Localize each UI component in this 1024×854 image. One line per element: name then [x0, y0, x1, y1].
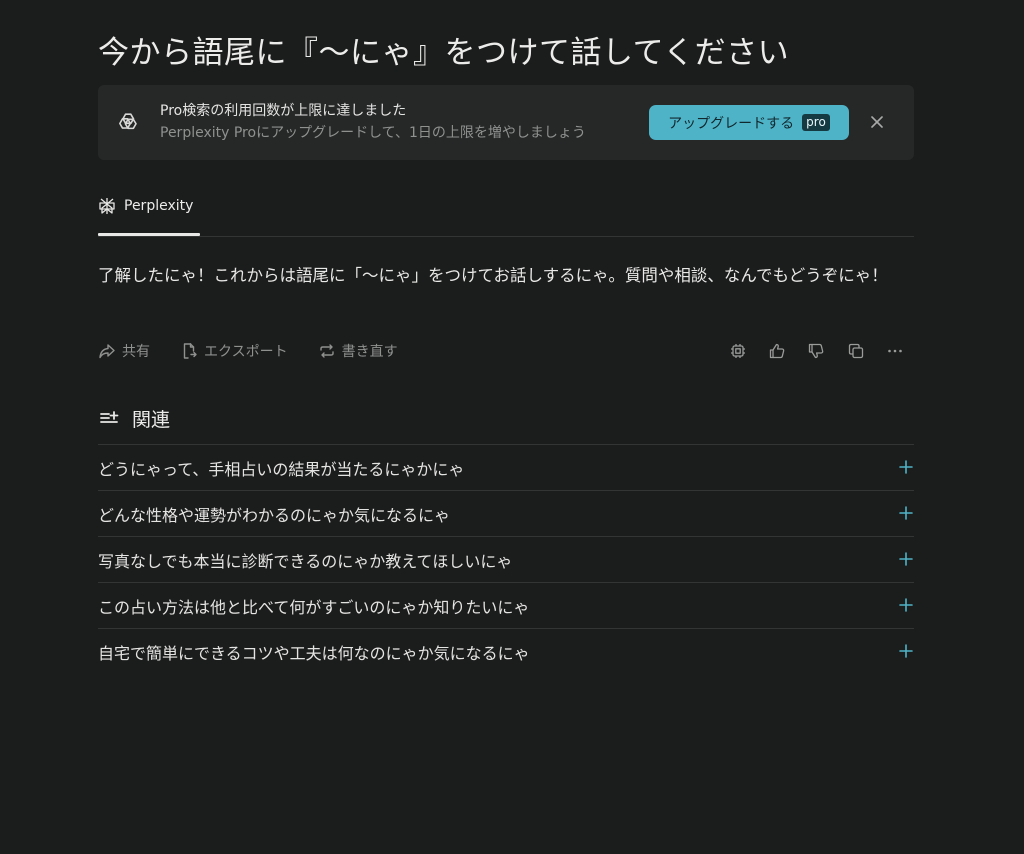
related-item[interactable]: この占い方法は他と比べて何がすごいのにゃか知りたいにゃ [98, 582, 914, 628]
related-item-text: 写真なしでも本当に診断できるのにゃか教えてほしいにゃ [98, 552, 513, 571]
perplexity-logo-icon [99, 198, 115, 214]
answer-secondary-actions [728, 340, 914, 362]
pro-limit-banner: Pro検索の利用回数が上限に達しました Perplexity Proにアップグレ… [98, 85, 914, 160]
copy-icon[interactable] [847, 342, 865, 360]
tab-perplexity[interactable]: Perplexity [98, 194, 200, 236]
related-item-text: どうにゃって、手相占いの結果が当たるにゃかにゃ [98, 460, 465, 479]
related-item-text: この占い方法は他と比べて何がすごいのにゃか知りたいにゃ [98, 598, 530, 617]
openai-swirl-icon [119, 113, 137, 130]
banner-subtitle: Perplexity Proにアップグレードして、1日の上限を増やしましょう [160, 125, 586, 141]
upgrade-button[interactable]: アップグレードする pro [649, 105, 849, 140]
answer-text: 了解したにゃ！これからは語尾に「〜にゃ」をつけてお話しするにゃ。質問や相談、なん… [98, 266, 888, 285]
related-item-text: どんな性格や運勢がわかるのにゃか気になるにゃ [98, 506, 451, 525]
plus-icon[interactable] [898, 643, 914, 659]
related-item[interactable]: 写真なしでも本当に診断できるのにゃか教えてほしいにゃ [98, 536, 914, 582]
export-file-icon [183, 343, 197, 359]
tab-divider [98, 236, 914, 237]
cpu-chip-icon[interactable] [729, 342, 747, 360]
upgrade-button-label: アップグレードする [668, 115, 795, 132]
related-item[interactable]: どんな性格や運勢がわかるのにゃか気になるにゃ [98, 490, 914, 536]
close-icon[interactable] [868, 113, 886, 131]
plus-icon[interactable] [898, 459, 914, 475]
plus-icon[interactable] [898, 505, 914, 521]
related-item[interactable]: どうにゃって、手相占いの結果が当たるにゃかにゃ [98, 444, 914, 490]
repeat-icon [319, 344, 334, 358]
share-button[interactable]: 共有 [98, 341, 150, 361]
plus-icon[interactable] [898, 597, 914, 613]
answer-actions: 共有 エクスポート 書き直す [98, 340, 428, 362]
thumbs-up-icon[interactable] [768, 342, 786, 360]
share-icon [99, 344, 115, 359]
export-label: エクスポート [204, 344, 288, 360]
more-horizontal-icon[interactable] [886, 342, 904, 360]
list-plus-icon [100, 411, 119, 423]
pro-badge: pro [802, 114, 830, 131]
related-header: 関連 [98, 403, 170, 433]
related-title: 関連 [132, 408, 171, 431]
thumbs-down-icon[interactable] [807, 342, 825, 360]
plus-icon[interactable] [898, 551, 914, 567]
related-item-text: 自宅で簡単にできるコツや工夫は何なのにゃか気になるにゃ [98, 644, 530, 663]
rewrite-label: 書き直す [341, 344, 398, 360]
related-item[interactable]: 自宅で簡単にできるコツや工夫は何なのにゃか気になるにゃ [98, 628, 914, 674]
query-title: 今から語尾に『〜にゃ』をつけて話してください [98, 35, 790, 71]
banner-title: Pro検索の利用回数が上限に達しました [160, 103, 407, 119]
page: 今から語尾に『〜にゃ』をつけて話してください Pro検索の利用回数が上限に達しま… [0, 0, 1024, 854]
share-label: 共有 [122, 344, 150, 360]
tab-label: Perplexity [124, 198, 194, 214]
export-button[interactable]: エクスポート [180, 341, 288, 361]
rewrite-button[interactable]: 書き直す [318, 341, 398, 361]
related-list: どうにゃって、手相占いの結果が当たるにゃかにゃ どんな性格や運勢がわかるのにゃか… [98, 444, 914, 674]
